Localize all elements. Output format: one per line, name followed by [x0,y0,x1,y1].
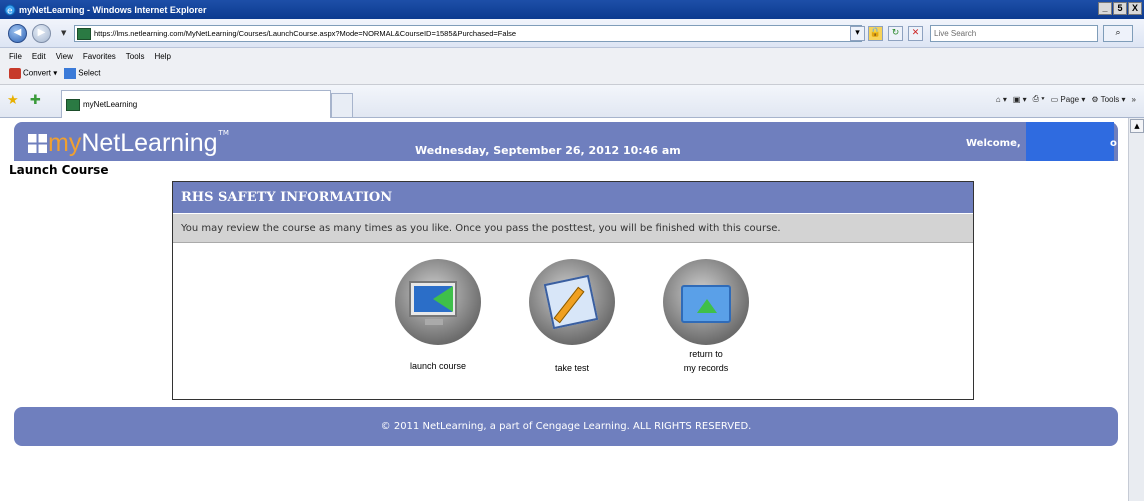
tab-toolbar: ★ ✚ myNetLearning ⌂ ▾ ▣ ▾ ⎙ ▾ ▭ Page ▾ ⚙… [0,85,1144,118]
menu-toolbar: File Edit View Favorites Tools Help Conv… [0,48,1144,85]
address-bar[interactable]: https://lms.netlearning.com/MyNetLearnin… [74,25,862,42]
address-url[interactable]: https://lms.netlearning.com/MyNetLearnin… [94,29,516,38]
history-dropdown-icon[interactable]: ▼ [61,29,66,37]
logo-netlearning-text: NetLearning [81,129,218,157]
my-records-folder-icon [663,259,749,345]
back-button[interactable]: ◀ [8,24,27,43]
site-header: my NetLearning TM Wednesday, September 2… [14,122,1118,161]
print-icon[interactable]: ⎙ ▾ [1033,94,1045,104]
menu-tools[interactable]: Tools [126,52,145,61]
window-titlebar: e myNetLearning - Windows Internet Explo… [0,0,1144,19]
site-footer: © 2011 NetLearning, a part of Cengage Le… [14,407,1118,446]
search-input[interactable]: Live Search [930,25,1098,42]
lock-icon[interactable]: 🔒 [868,26,883,41]
menu-view[interactable]: View [56,52,73,61]
page-menu-label: Page [1060,94,1080,104]
tools-menu-button[interactable]: ⚙ Tools ▾ [1091,95,1125,104]
return-label-line1: return to [689,349,723,359]
launch-course-icon [395,259,481,345]
logo-grid-icon [28,134,47,153]
welcome-text: Welcome, [966,138,1021,149]
svg-text:e: e [7,6,13,16]
address-dropdown-icon[interactable]: ▾ [850,26,865,41]
pdf-convert-icon [9,68,21,79]
add-favorite-icon[interactable]: ✚ [30,93,41,108]
menu-favorites[interactable]: Favorites [83,52,116,61]
vertical-scrollbar[interactable]: ▲ [1128,118,1144,501]
return-to-records-button[interactable]: return to my records [654,259,758,374]
mynetlearning-logo[interactable]: my NetLearning TM [28,129,229,158]
logo-my-text: my [48,129,82,157]
welcome-tail: o [1110,138,1117,149]
browser-tab[interactable]: myNetLearning [61,90,331,118]
page-menu-button[interactable]: ▭ Page ▾ [1051,95,1086,104]
scroll-up-button[interactable]: ▲ [1130,119,1144,133]
menu-help[interactable]: Help [154,52,170,61]
address-toolbar: ◀ ▶ ▼ https://lms.netlearning.com/MyNetL… [0,19,1144,48]
stop-icon[interactable]: ✕ [908,26,923,41]
select-button[interactable]: Select [64,68,101,79]
convert-button[interactable]: Convert ▾ [9,68,57,79]
current-datetime: Wednesday, September 26, 2012 10:46 am [415,144,681,157]
tools-menu-label: Tools [1100,94,1120,104]
refresh-icon[interactable]: ↻ [888,26,903,41]
logo-trademark: TM [218,129,229,137]
feeds-icon[interactable]: ▣ ▾ [1013,95,1027,104]
close-window-button[interactable]: X [1128,2,1142,15]
course-message: You may review the course as many times … [173,213,973,243]
menu-bar: File Edit View Favorites Tools Help [9,52,171,61]
minimize-button[interactable]: _ [1098,2,1112,15]
return-label-line2: my records [683,363,729,373]
menu-edit[interactable]: Edit [32,52,46,61]
favorites-star-icon[interactable]: ★ [7,93,19,108]
search-button[interactable]: ⌕ [1103,25,1133,42]
take-test-label: take test [554,363,590,373]
restore-button[interactable]: 5 [1113,2,1127,15]
tab-label: myNetLearning [83,100,138,109]
menu-file[interactable]: File [9,52,22,61]
course-panel: RHS SAFETY INFORMATION You may review th… [172,181,974,400]
home-icon[interactable]: ⌂ ▾ [996,95,1007,104]
page-title: Launch Course [9,163,109,177]
take-test-icon [529,259,615,345]
redacted-username [1026,122,1114,161]
launch-course-button[interactable]: launch course [388,259,488,372]
select-icon [64,68,77,79]
toolbar-overflow-icon[interactable]: » [1132,95,1136,104]
window-title: myNetLearning - Windows Internet Explore… [19,4,207,15]
new-tab-button[interactable] [331,93,353,118]
forward-button[interactable]: ▶ [32,24,51,43]
site-favicon-icon [77,27,91,40]
launch-course-label: launch course [409,361,467,371]
select-label: Select [78,68,101,78]
course-title: RHS SAFETY INFORMATION [173,182,973,213]
tab-favicon-icon [66,98,80,111]
take-test-button[interactable]: take test [522,259,622,374]
convert-label: Convert [23,68,52,78]
internet-explorer-icon: e [4,4,16,16]
